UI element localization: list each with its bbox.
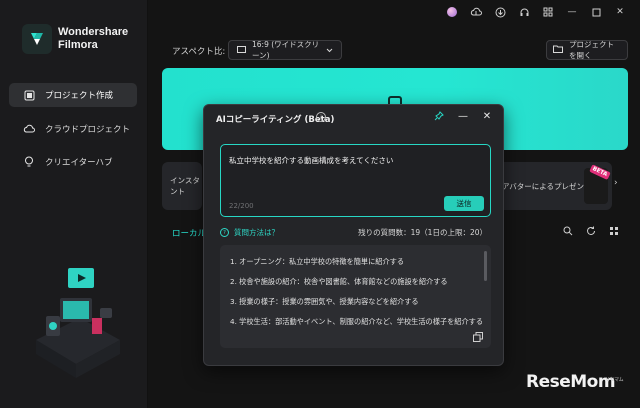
top-bar-icons: — ✕ [446, 6, 626, 18]
cloud-icon [23, 123, 35, 135]
brand-line-2: Filmora [58, 39, 98, 51]
sidebar-item-label: クリエイターハブ [45, 158, 113, 168]
headset-support-icon[interactable] [518, 6, 530, 18]
result-line: 3. 授業の様子：授業の雰囲気や、授業内容などを紹介する [230, 297, 419, 306]
new-project-icon [23, 89, 35, 101]
grid-apps-icon[interactable] [542, 6, 554, 18]
beta-badge: BETA [589, 164, 611, 180]
open-project-label: プロジェクトを開く [569, 40, 614, 60]
brand-line-1: Wondershare [58, 26, 129, 38]
copy-icon[interactable] [473, 332, 483, 342]
close-icon[interactable]: ✕ [614, 6, 626, 18]
watermark-sub: リセマム [605, 377, 624, 383]
download-icon[interactable] [494, 6, 506, 18]
instant-mode-card[interactable]: インスタント [162, 162, 202, 210]
character-count: 22/200 [229, 202, 254, 210]
card-label: アバターによるプレゼン [502, 181, 584, 191]
remaining-questions: 残りの質問数：19（1日の上限：20） [358, 228, 487, 237]
question-icon: ? [220, 228, 229, 237]
avatar[interactable] [446, 6, 458, 18]
aspect-ratio-label: アスペクト比: [172, 47, 226, 57]
how-to-ask-link[interactable]: ? 質問方法は？ [220, 227, 279, 238]
info-icon[interactable]: i [316, 112, 326, 122]
resemom-watermark-logo: ReseMom リセマム [526, 372, 624, 392]
help-link-label: 質問方法は？ [234, 228, 279, 237]
aspect-ratio-select[interactable]: 16:9 (ワイドスクリーン) [228, 40, 342, 60]
result-panel[interactable]: 1. オープニング：私立中学校の特徴を簡単に紹介する 2. 校舎や施設の紹介：校… [220, 245, 491, 348]
editing-studio-illustration [30, 262, 122, 382]
close-icon[interactable]: ✕ [481, 110, 493, 122]
result-line: 2. 校舎や施設の紹介：校舎や図書館、体育館などの施設を紹介する [230, 277, 448, 286]
brand-name: Wondershare Filmora [58, 26, 128, 52]
sidebar: Wondershare Filmora プロジェクト作成 クラウドプロジェクト … [0, 0, 148, 408]
prompt-input[interactable]: 私立中学校を紹介する動画構成を考えてください 22/200 送信 [220, 144, 491, 217]
aspect-ratio-value: 16:9 (ワイドスクリーン) [252, 40, 320, 60]
folder-icon [553, 45, 563, 55]
watermark-text: ReseMom [526, 372, 616, 392]
ai-copywriting-dialog: AIコピーライティング (Beta) i — ✕ 私立中学校を紹介する動画構成を… [203, 104, 504, 366]
minimize-icon[interactable]: — [457, 110, 469, 122]
grid-view-icon[interactable] [608, 225, 619, 236]
refresh-icon[interactable] [585, 225, 596, 236]
list-tools [562, 225, 619, 236]
screen-icon [237, 45, 246, 55]
dialog-controls: — ✕ [433, 110, 493, 122]
chevron-right-icon[interactable]: › [614, 178, 618, 188]
cloud-upload-icon[interactable] [470, 6, 482, 18]
chevron-down-icon [326, 46, 333, 55]
pin-icon[interactable] [433, 110, 445, 122]
sidebar-item-creator-hub[interactable]: クリエイターハブ [9, 150, 137, 174]
sidebar-item-label: クラウドプロジェクト [45, 125, 131, 135]
avatar-presentation-card[interactable]: アバターによるプレゼン BETA [494, 162, 612, 210]
avatar-thumbnail: BETA [583, 164, 611, 204]
open-project-button[interactable]: プロジェクトを開く [546, 40, 628, 60]
minimize-icon[interactable]: — [566, 6, 578, 18]
prompt-text[interactable]: 私立中学校を紹介する動画構成を考えてください [229, 155, 393, 166]
result-line: 4. 学校生活：部活動やイベント、制服の紹介など、学校生活の様子を紹介する [230, 317, 484, 326]
filmora-logo-icon [22, 24, 52, 54]
card-label: インスタント [170, 176, 200, 196]
scrollbar[interactable] [484, 251, 487, 281]
sidebar-item-create-project[interactable]: プロジェクト作成 [9, 83, 137, 107]
lightbulb-icon [23, 156, 35, 168]
search-icon[interactable] [562, 225, 573, 236]
maximize-icon[interactable] [590, 6, 602, 18]
sidebar-item-cloud-project[interactable]: クラウドプロジェクト [9, 117, 137, 141]
send-button[interactable]: 送信 [444, 196, 484, 211]
result-line: 1. オープニング：私立中学校の特徴を簡単に紹介する [230, 257, 405, 266]
sidebar-item-label: プロジェクト作成 [45, 91, 114, 101]
